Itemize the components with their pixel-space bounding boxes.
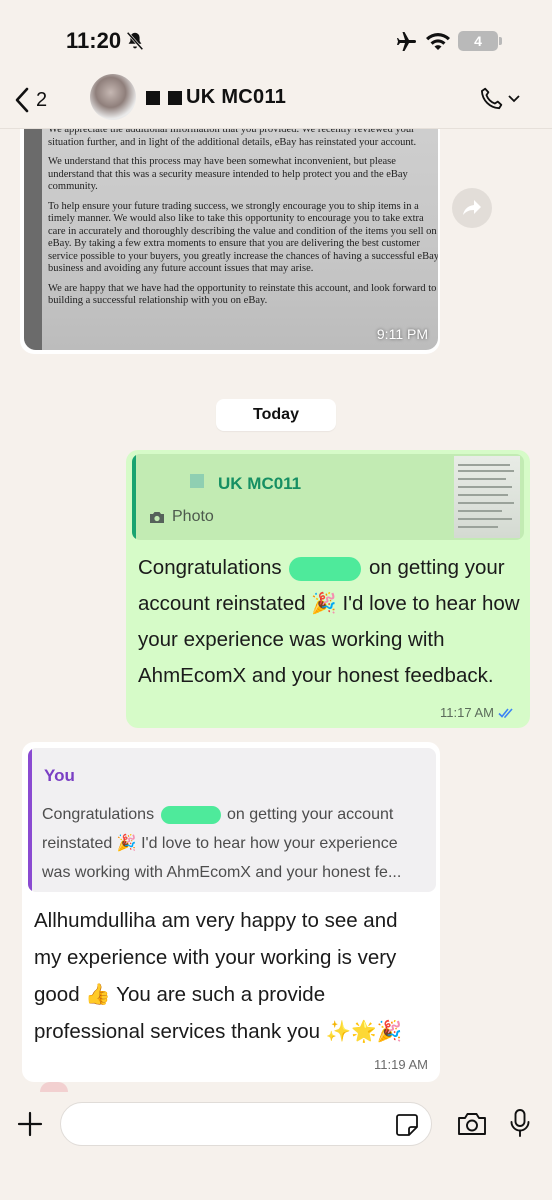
sticker-icon[interactable] [394, 1112, 420, 1138]
battery-indicator: 4 [458, 31, 498, 51]
contact-name[interactable]: UK MC011 [146, 86, 286, 109]
quote-type: Photo [148, 508, 214, 526]
message-time: 9:11 PM [376, 326, 428, 342]
unread-count: 2 [36, 88, 48, 111]
message-time: 11:17 AM [440, 705, 494, 720]
message-text-part: Congratulations [138, 556, 282, 579]
incoming-message[interactable]: You Congratulations on getting your acco… [22, 742, 440, 1082]
photo-message[interactable]: We appreciate the additional information… [20, 118, 440, 354]
read-receipt-icon [498, 707, 513, 718]
quote-accent-bar [132, 454, 136, 540]
status-bar: 11:20 4 [0, 0, 552, 72]
camera-icon[interactable] [456, 1110, 488, 1138]
status-time: 11:20 [66, 28, 122, 53]
quoted-message[interactable]: UK MC011 Photo [132, 454, 524, 540]
message-input[interactable] [60, 1102, 432, 1146]
chat-header: 2 UK MC011 [0, 72, 552, 129]
redacted-name [289, 556, 362, 581]
photo-document-text: We appreciate the additional information… [48, 124, 438, 346]
chevron-left-icon [15, 87, 29, 113]
avatar[interactable] [90, 74, 136, 120]
phone-icon [480, 87, 503, 110]
airplane-icon [397, 32, 416, 51]
redacted-name [160, 805, 221, 824]
message-meta: 11:17 AM [440, 705, 516, 720]
forward-button[interactable] [452, 188, 492, 228]
photo-paragraph: To help ensure your future trading succe… [48, 200, 438, 275]
message-photo[interactable]: We appreciate the additional information… [24, 118, 438, 350]
redaction-block [146, 90, 160, 105]
reaction-peek [40, 1082, 68, 1092]
photo-edge [24, 118, 42, 350]
battery-tip [499, 37, 502, 45]
redaction-block [190, 474, 204, 488]
back-button[interactable]: 2 [14, 84, 74, 116]
quote-sender: You [44, 766, 75, 785]
quote-thumbnail [454, 456, 520, 538]
wifi-icon [426, 33, 450, 50]
message-text: Congratulations on getting your account … [138, 550, 522, 694]
forward-icon [463, 200, 481, 215]
quote-text: Congratulations on getting your account … [42, 800, 426, 887]
composer-bar [0, 1092, 552, 1200]
quoted-message[interactable]: You Congratulations on getting your acco… [28, 748, 436, 892]
photo-paragraph: We are happy that we have had the opport… [48, 282, 437, 307]
call-button[interactable] [478, 84, 528, 114]
quote-sender: UK MC011 [218, 474, 302, 493]
date-separator: Today [216, 399, 336, 431]
message-time: 11:19 AM [374, 1057, 428, 1072]
quote-type-label: Photo [172, 508, 214, 525]
quote-text-part: Congratulations [42, 806, 155, 823]
chevron-down-icon [508, 95, 520, 103]
camera-icon [150, 511, 164, 523]
microphone-icon[interactable] [508, 1108, 532, 1138]
contact-name-text: UK MC011 [186, 86, 287, 108]
photo-paragraph: We understand that this process may have… [48, 156, 408, 192]
quote-accent-bar [28, 748, 32, 892]
outgoing-message[interactable]: UK MC011 Photo Congratulations on gettin… [126, 450, 530, 728]
plus-icon[interactable] [16, 1110, 44, 1138]
redaction-block [168, 90, 182, 105]
bell-off-icon [126, 31, 144, 51]
message-text: Allhumdulliha am very happy to see and m… [34, 909, 403, 1043]
